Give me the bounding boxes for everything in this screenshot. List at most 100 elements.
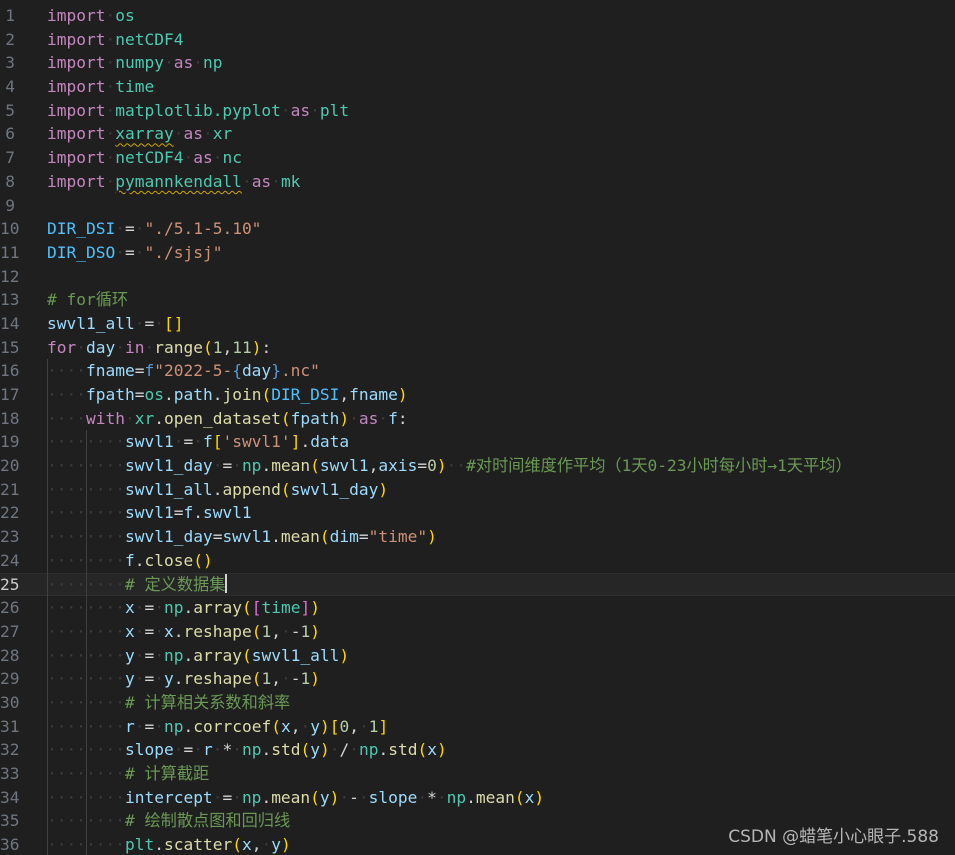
code-line[interactable]: 29 ········y·=·y.reshape(1,·-1)	[0, 667, 955, 691]
code-line[interactable]: 19 ········swvl1·=·f['swvl1'].data	[0, 430, 955, 455]
code-line[interactable]: 20 ········swvl1_day·=·np.mean(swvl1,axis…	[0, 454, 955, 478]
code-line[interactable]: 28 ········y·=·np.array(swvl1_all)	[0, 643, 955, 668]
whitespace-dot: ·	[154, 313, 164, 333]
code-text: ········swvl1_day·=·np.mean(swvl1,axis=0…	[47, 454, 852, 478]
code-line[interactable]: 27 ········x·=·x.reshape(1,·-1)	[0, 619, 955, 644]
code-line[interactable]: 7 import·netCDF4·as·nc	[0, 146, 955, 170]
code-text: ········swvl1·=·f['swvl1'].data	[47, 430, 349, 454]
whitespace-dot: ·	[417, 787, 428, 807]
code-token: data	[310, 432, 350, 452]
code-token: "2022-5-	[154, 361, 233, 381]
line-number: 9	[5, 195, 15, 215]
code-line[interactable]: 3 import·numpy·as·np	[0, 51, 955, 75]
code-editor[interactable]: 1 import·os 2 import·netCDF4 3 import·numpy·a…	[0, 0, 955, 855]
code-token: import	[47, 6, 106, 25]
code-line[interactable]: 34 ········intercept·=·np.mean(y)·-·slope…	[0, 785, 955, 810]
code-line[interactable]: 32 ········slope·=·r·*·np.std(y)·/·np.std…	[0, 738, 955, 762]
code-token: )	[339, 645, 350, 665]
code-token: .	[261, 740, 272, 760]
code-line[interactable]: 16 ····fname=f"2022-5-{day}.nc"	[0, 359, 955, 383]
code-token: mean	[280, 527, 320, 547]
code-line[interactable]: 33 ········# 计算截距	[0, 762, 955, 786]
code-line[interactable]: 17 ····fpath=os.path.join(DIR_DSI,fname)	[0, 383, 955, 407]
code-line[interactable]: 8 import·pymannkendall·as·mk	[0, 170, 955, 194]
code-token: )	[436, 740, 447, 760]
whitespace-dots: ········	[47, 669, 125, 689]
code-token: as	[290, 100, 311, 120]
whitespace-dot: ·	[193, 432, 203, 452]
code-line[interactable]: 18 ····with·xr.open_dataset(fpath)·as·f:	[0, 406, 955, 431]
code-token: .	[134, 550, 145, 570]
code-token: (	[310, 787, 320, 807]
line-number: 13	[0, 290, 20, 310]
code-token: axis	[378, 456, 418, 476]
code-token: fname	[85, 361, 135, 381]
whitespace-dot: ·	[349, 408, 359, 428]
code-token: (	[300, 740, 311, 760]
code-line[interactable]: 24 ········f.close()	[0, 548, 955, 573]
code-token: =	[124, 242, 135, 262]
code-line[interactable]: 5 import·matplotlib.pyplot·as·plt	[0, 99, 955, 123]
whitespace-dots: ········	[47, 621, 125, 641]
code-line[interactable]: 10 DIR_DSI·=·"./5.1-5.10"	[0, 217, 955, 241]
code-token: day	[241, 361, 272, 381]
code-token: x	[427, 740, 437, 760]
code-token: (	[417, 740, 428, 760]
code-line[interactable]: 1 import·os	[0, 4, 955, 28]
code-lines[interactable]: 1 import·os 2 import·netCDF4 3 import·numpy·a…	[0, 4, 955, 855]
whitespace-dot: ·	[134, 313, 145, 333]
code-text: import·xarray·as·xr	[47, 122, 232, 146]
code-token: matplotlib.pyplot	[115, 100, 281, 120]
code-line[interactable]: 12	[0, 265, 955, 289]
code-text: import·os	[47, 4, 135, 28]
code-token: y	[124, 669, 135, 689]
code-token: =	[417, 456, 428, 476]
code-token: xr	[134, 408, 155, 428]
line-number: 1	[5, 6, 15, 25]
code-token: "./5.1-5.10"	[144, 219, 262, 239]
code-line[interactable]: 15 for·day·in·range(1,11):	[0, 336, 955, 360]
code-line[interactable]: 22 ········swvl1=f.swvl1	[0, 501, 955, 526]
code-token: .nc"	[280, 361, 320, 381]
whitespace-dot: ·	[134, 598, 145, 618]
code-token: =	[144, 716, 155, 736]
code-token: f	[183, 503, 194, 523]
whitespace-dots: ········	[47, 574, 125, 594]
code-token: DIR_DSI	[271, 385, 340, 404]
code-line[interactable]: 30 ········# 计算相关系数和斜率	[0, 690, 955, 715]
code-token: import	[47, 100, 106, 120]
code-token: y	[163, 669, 174, 689]
code-token: :	[397, 408, 408, 428]
code-line[interactable]: 23 ········swvl1_day=swvl1.mean(dim="time…	[0, 525, 955, 549]
line-number: 15	[0, 337, 20, 357]
code-token: as	[251, 171, 272, 191]
code-line[interactable]: 9	[0, 194, 955, 218]
code-token: =	[183, 432, 194, 452]
code-token: import	[47, 124, 106, 144]
code-token: day	[86, 337, 116, 357]
code-line[interactable]: 26 ········x·=·np.array([time])	[0, 596, 955, 620]
whitespace-dots: ········	[47, 550, 125, 570]
code-token: corrcoef	[193, 716, 272, 736]
code-token: .	[183, 716, 194, 736]
code-line[interactable]: 4 import·time	[0, 75, 955, 99]
code-token: =	[144, 313, 155, 333]
code-line[interactable]: 6 import·xarray·as·xr	[0, 122, 955, 146]
code-token: ,	[339, 385, 350, 404]
code-token: pymannkendall	[115, 171, 242, 191]
code-line[interactable]: 31 ········r·=·np.corrcoef(x,·y)[0,·1]	[0, 714, 955, 739]
code-line[interactable]: 13 # for循环	[0, 288, 955, 312]
code-text: import·matplotlib.pyplot·as·plt	[47, 99, 349, 123]
code-line[interactable]: 21 ········swvl1_all.append(swvl1_day)	[0, 477, 955, 502]
code-token: netCDF4	[115, 29, 184, 49]
code-line[interactable]: 11 DIR_DSO·=·"./sjsj"	[0, 241, 955, 265]
whitespace-dot: ·	[300, 716, 311, 736]
whitespace-dots: ········	[47, 527, 125, 547]
code-token: swvl1_all	[124, 479, 213, 499]
code-line[interactable]: 14 swvl1_all·=·[]	[0, 312, 955, 336]
code-line[interactable]: 2 import·netCDF4	[0, 28, 955, 52]
code-token: np	[163, 645, 184, 665]
whitespace-dot: ·	[134, 621, 145, 641]
code-line[interactable]: 25 ········# 定义数据集	[0, 572, 955, 597]
code-token: import	[47, 148, 106, 168]
